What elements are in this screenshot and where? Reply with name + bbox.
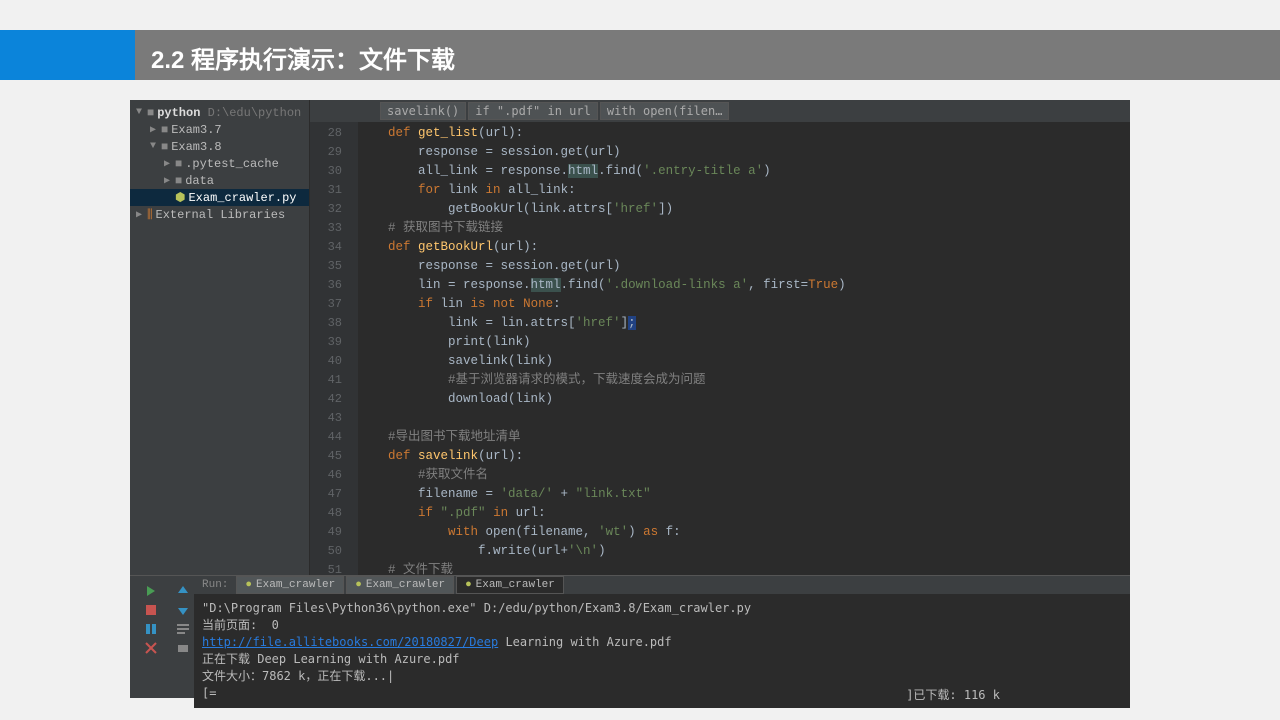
code-breadcrumb[interactable]: savelink() if ".pdf" in url with open(fi… [310,100,1130,122]
code-editor[interactable]: 2829303132333435363738394041424344454647… [310,122,1130,575]
down-icon[interactable] [175,602,191,618]
console-link[interactable]: http://file.allitebooks.com/20180827/Dee… [202,635,498,649]
chevron-right-icon[interactable]: ▶ [134,209,144,221]
folder-icon: ■ [175,174,182,188]
run-tabs: Run: ●Exam_crawler ●Exam_crawler ●Exam_c… [194,576,1130,594]
print-icon[interactable] [175,640,191,656]
project-tree[interactable]: ▼ ■ python D:\edu\python ▶■Exam3.7▼■Exam… [130,100,310,575]
run-tab-active[interactable]: ●Exam_crawler [456,576,564,594]
breadcrumb-item[interactable]: if ".pdf" in url [468,102,598,120]
folder-icon: ■ [161,140,168,154]
chevron-icon[interactable]: ▶ [162,158,172,170]
close-icon[interactable] [143,640,159,656]
run-tab[interactable]: ●Exam_crawler [346,576,454,594]
tree-item[interactable]: ▶■.pytest_cache [130,155,309,172]
console-output[interactable]: "D:\Program Files\Python36\python.exe" D… [194,594,1130,708]
chevron-icon[interactable]: ▼ [148,141,158,152]
tree-item[interactable]: ▼■Exam3.8 [130,138,309,155]
tree-item[interactable]: ⬢Exam_crawler.py [130,189,309,206]
pause-icon[interactable] [143,621,159,637]
folder-icon: ■ [147,106,154,120]
rerun-icon[interactable] [143,583,159,599]
download-progress: ]已下载: 116 k [906,687,1000,704]
code-content[interactable]: def get_list(url): response = session.ge… [358,122,1130,575]
breadcrumb-item[interactable]: savelink() [380,102,466,120]
external-libraries[interactable]: ▶ ⫼ External Libraries [130,206,309,223]
tree-item[interactable]: ▶■Exam3.7 [130,121,309,138]
line-gutter[interactable]: 2829303132333435363738394041424344454647… [310,122,358,575]
ide-window: ▼ ■ python D:\edu\python ▶■Exam3.7▼■Exam… [130,100,1130,698]
breadcrumb-item[interactable]: with open(filen… [600,102,730,120]
tree-root[interactable]: ▼ ■ python D:\edu\python [130,104,309,121]
chevron-icon[interactable]: ▶ [162,175,172,187]
up-icon[interactable] [175,583,191,599]
run-tab[interactable]: ●Exam_crawler [236,576,344,594]
chevron-down-icon[interactable]: ▼ [134,107,144,118]
library-icon: ⫼ [147,208,153,222]
title-accent [0,30,135,80]
folder-icon: ■ [161,123,168,137]
tree-item[interactable]: ▶■data [130,172,309,189]
folder-icon: ■ [175,157,182,171]
slide-title: 2.2 程序执行演示：文件下载 [135,30,1280,80]
chevron-icon[interactable]: ▶ [148,124,158,136]
run-label: Run: [194,579,236,591]
stop-icon[interactable] [143,602,159,618]
python-icon: ⬢ [175,190,185,205]
run-toolbar [130,576,172,698]
wrap-icon[interactable] [175,621,191,637]
